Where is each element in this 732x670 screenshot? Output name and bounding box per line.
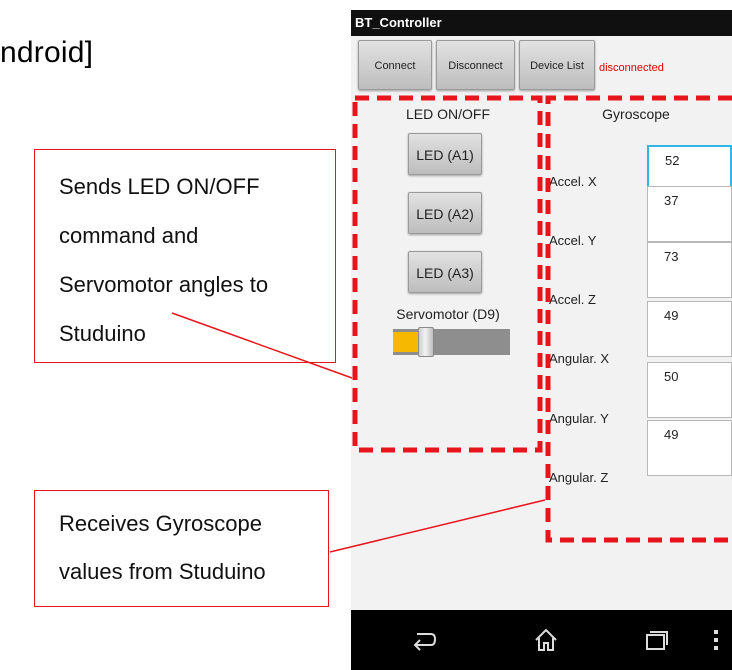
callout-send-commands: Sends LED ON/OFF command and Servomotor … bbox=[34, 149, 336, 363]
callout-send-line-1: Sends LED ON/OFF bbox=[59, 174, 260, 199]
gyro-label-accel-y: Accel. Y bbox=[549, 233, 597, 248]
device-list-button[interactable]: Device List bbox=[519, 40, 595, 90]
callout-send-line-4: Studuino bbox=[59, 321, 146, 346]
connect-button[interactable]: Connect bbox=[358, 40, 432, 90]
gyro-field-accel-y[interactable]: 37 bbox=[647, 186, 732, 242]
gyro-label-accel-x: Accel. X bbox=[549, 174, 597, 189]
servo-label: Servomotor (D9) bbox=[396, 306, 500, 322]
callout-receive-line-1: Receives Gyroscope bbox=[59, 511, 262, 536]
android-app-screen: BT_Controller Connect Disconnect Device … bbox=[351, 10, 732, 670]
gyro-field-angular-y[interactable]: 50 bbox=[647, 362, 732, 418]
overflow-menu-icon[interactable] bbox=[706, 624, 726, 656]
back-icon[interactable] bbox=[407, 624, 441, 656]
gyro-label-angular-x: Angular. X bbox=[549, 351, 609, 366]
servo-slider[interactable] bbox=[393, 327, 510, 357]
gyro-field-accel-z[interactable]: 73 bbox=[647, 242, 732, 298]
recent-apps-icon[interactable] bbox=[639, 624, 673, 656]
gyro-label-accel-z: Accel. Z bbox=[549, 292, 596, 307]
gyro-field-angular-z[interactable]: 49 bbox=[647, 420, 732, 476]
gyro-section-label: Gyroscope bbox=[602, 106, 670, 122]
gyro-label-angular-z: Angular. Z bbox=[549, 470, 609, 485]
led-a1-button[interactable]: LED (A1) bbox=[408, 133, 482, 175]
gyro-field-angular-x[interactable]: 49 bbox=[647, 301, 732, 357]
led-section-label: LED ON/OFF bbox=[405, 106, 490, 122]
callout-send-line-3: Servomotor angles to bbox=[59, 272, 269, 297]
android-nav-bar bbox=[351, 610, 732, 670]
disconnect-button[interactable]: Disconnect bbox=[436, 40, 515, 90]
led-a3-button[interactable]: LED (A3) bbox=[408, 251, 482, 293]
led-a2-button[interactable]: LED (A2) bbox=[408, 192, 482, 234]
home-icon[interactable] bbox=[529, 624, 563, 656]
callout-receive-values: Receives Gyroscope values from Studuino bbox=[34, 490, 329, 607]
page-heading: ndroid] bbox=[0, 36, 94, 69]
callout-receive-line-2: values from Studuino bbox=[59, 559, 266, 584]
connection-status: disconnected bbox=[599, 62, 664, 74]
servo-slider-thumb[interactable] bbox=[418, 327, 434, 357]
gyro-label-angular-y: Angular. Y bbox=[549, 411, 609, 426]
callout-send-line-2: command and bbox=[59, 223, 199, 248]
app-title-bar: BT_Controller bbox=[351, 10, 732, 36]
